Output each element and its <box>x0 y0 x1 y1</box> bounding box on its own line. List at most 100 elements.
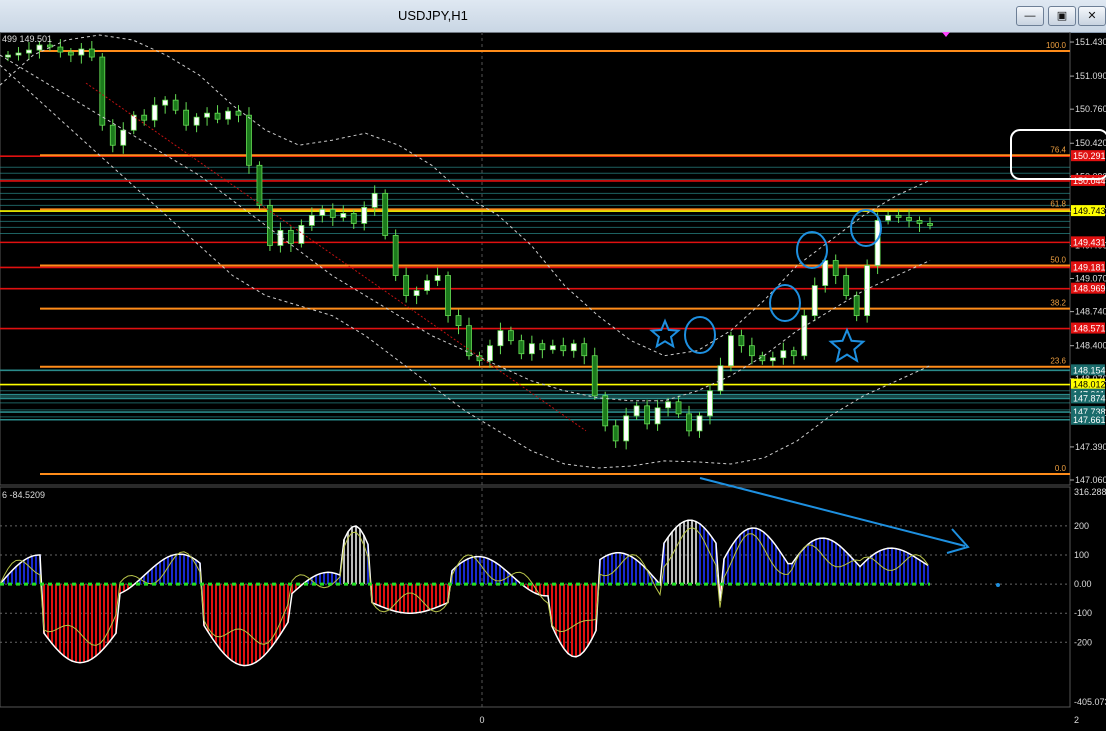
candle-body <box>633 405 640 417</box>
candle-body <box>822 260 829 286</box>
candle-body <box>864 265 871 317</box>
candle-body <box>120 129 127 146</box>
candle-body <box>308 215 315 226</box>
divergence-arrow-head <box>946 528 970 554</box>
candle-body <box>382 192 389 236</box>
price-tag-label: 147.661 <box>1073 415 1106 425</box>
candle-body <box>591 355 598 397</box>
fibonacci-level-label: 38.2 <box>1050 299 1066 308</box>
restore-button[interactable]: ▣ <box>1048 6 1076 26</box>
close-button[interactable]: ✕ <box>1078 6 1106 26</box>
main-panel-header: 499 149.501 <box>2 34 52 44</box>
fibonacci-level-label: 76.4 <box>1050 145 1066 154</box>
candle-body <box>413 290 420 296</box>
chart-canvas[interactable]: 151.430151.090150.760150.420150.090149.7… <box>0 32 1106 731</box>
candle-body <box>204 112 210 118</box>
candle-body <box>497 330 504 347</box>
price-tag: 148.571 <box>1071 322 1106 334</box>
candle-body <box>172 99 179 111</box>
candle-body <box>885 215 891 221</box>
price-tag-label: 148.154 <box>1073 365 1106 375</box>
window-titlebar: USDJPY,H1 — ▣ ✕ <box>0 0 1106 33</box>
candle-body <box>371 192 378 208</box>
candle-body <box>67 51 74 56</box>
price-tag: 148.012 <box>1071 378 1106 390</box>
candle-body <box>927 223 933 226</box>
bollinger-upper-band <box>0 34 931 357</box>
candle-body <box>287 230 294 244</box>
candle-body <box>717 365 724 392</box>
price-axis-label: 148.740 <box>1075 307 1106 317</box>
price-axis-label: 149.070 <box>1075 274 1106 284</box>
candle-body <box>5 54 11 58</box>
oscillator-axis-label: -100 <box>1074 608 1092 618</box>
price-axis-label: 150.420 <box>1075 138 1106 148</box>
candle-body <box>518 340 525 355</box>
candle-body <box>843 275 850 296</box>
candle-body <box>26 49 32 54</box>
chart-marker-triangle <box>942 32 950 37</box>
chart-area[interactable]: 151.430151.090150.760150.420150.090149.7… <box>0 32 1106 731</box>
candle-body <box>36 44 43 51</box>
candle-body <box>895 215 902 218</box>
price-axis-label: 151.430 <box>1075 37 1106 47</box>
price-tag-label: 149.431 <box>1073 237 1106 247</box>
candle-body <box>256 164 263 206</box>
candle-body <box>602 395 609 427</box>
price-tag: 148.969 <box>1071 282 1106 294</box>
candle-body <box>361 206 368 224</box>
candle-body <box>707 390 713 417</box>
minimize-button[interactable]: — <box>1016 6 1044 26</box>
candle-body <box>801 315 808 357</box>
candle-body <box>539 343 546 351</box>
candle-body <box>675 401 682 415</box>
candle-body <box>748 345 755 357</box>
candle-body <box>728 335 734 367</box>
annotation-circle <box>796 231 828 269</box>
candle-body <box>15 52 22 56</box>
candle-body <box>225 110 231 120</box>
candle-body <box>644 405 651 425</box>
price-tag: 150.044 <box>1071 174 1106 186</box>
candle-body <box>738 335 745 347</box>
oscillator-axis-label: 316.288 <box>1074 487 1106 497</box>
candle-body <box>549 345 556 351</box>
price-tag: 148.154 <box>1071 364 1106 376</box>
price-axis-label: 148.400 <box>1075 341 1106 351</box>
time-axis-label: 0 <box>479 715 484 725</box>
candle-body <box>340 213 347 218</box>
candle-body <box>508 330 514 342</box>
price-tag: 149.431 <box>1071 236 1106 248</box>
candle-body <box>151 104 158 121</box>
price-tag: 149.743 <box>1071 205 1106 217</box>
annotation-dot <box>996 583 1000 587</box>
candle-body <box>487 345 493 362</box>
price-tag-label: 150.044 <box>1073 176 1106 186</box>
annotation-circle <box>769 284 801 322</box>
price-tag: 150.291 <box>1071 150 1106 162</box>
candle-body <box>769 357 776 362</box>
fibonacci-level-label: 100.0 <box>1046 41 1067 50</box>
candle-body <box>235 110 242 116</box>
candle-body <box>570 343 577 352</box>
price-tag-label: 147.874 <box>1073 393 1106 403</box>
candle-body <box>916 220 923 224</box>
candle-body <box>319 208 326 216</box>
candle-body <box>780 350 787 359</box>
candle-body <box>350 213 357 224</box>
annotation-star <box>649 318 681 349</box>
candle-body <box>246 114 252 166</box>
price-tag-label: 148.969 <box>1073 284 1106 294</box>
candle-body <box>581 343 588 357</box>
price-tag-label: 150.291 <box>1073 151 1106 161</box>
candle-body <box>99 56 106 126</box>
price-tag-label: 148.012 <box>1073 380 1106 390</box>
candle-body <box>88 48 95 58</box>
price-tag-label: 149.743 <box>1073 206 1106 216</box>
candle-body <box>528 343 535 355</box>
candle-body <box>162 99 169 106</box>
candle-body <box>560 345 567 352</box>
price-axis-label: 151.090 <box>1075 71 1106 81</box>
candle-body <box>445 275 451 317</box>
candle-body <box>109 124 116 146</box>
